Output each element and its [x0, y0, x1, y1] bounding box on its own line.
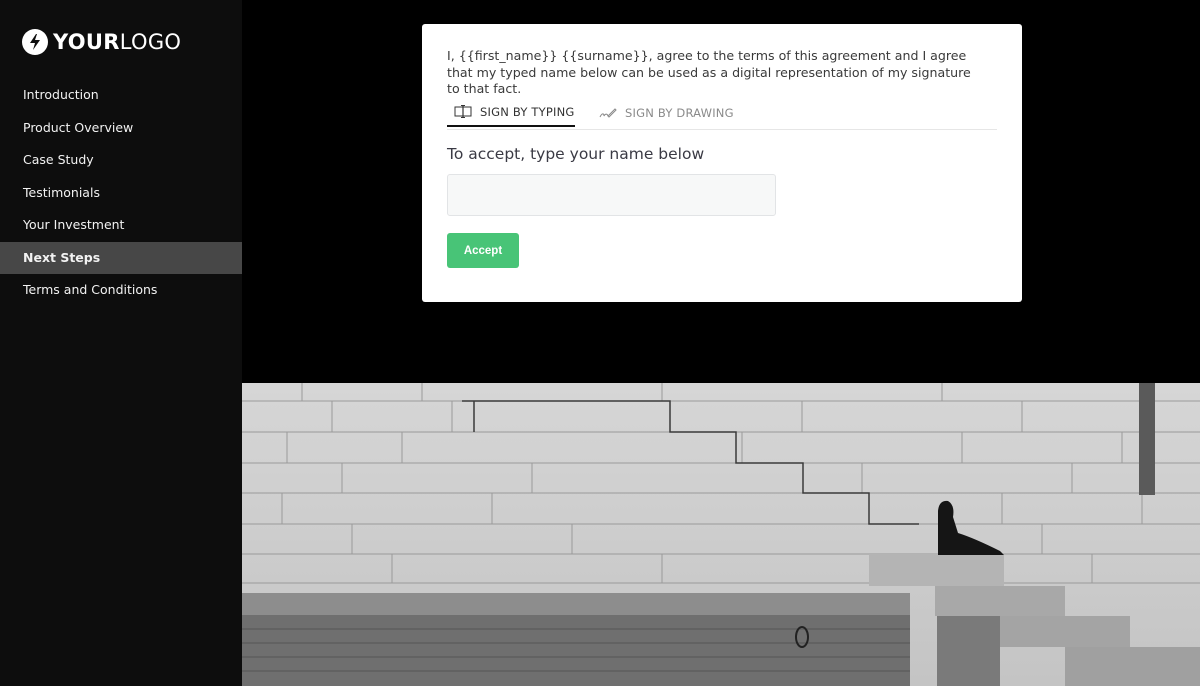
- tab-sign-by-drawing[interactable]: SIGN BY DRAWING: [599, 98, 734, 127]
- sidebar-item-introduction[interactable]: Introduction: [0, 79, 242, 112]
- stone-steps-photo: [242, 383, 1200, 686]
- sidebar-nav: Introduction Product Overview Case Study…: [0, 79, 242, 307]
- accept-button[interactable]: Accept: [447, 233, 519, 268]
- pen-signature-icon: [599, 107, 617, 119]
- sidebar-item-product-overview[interactable]: Product Overview: [0, 112, 242, 145]
- name-prompt: To accept, type your name below: [447, 145, 705, 163]
- sidebar-item-your-investment[interactable]: Your Investment: [0, 209, 242, 242]
- sidebar-item-terms-and-conditions[interactable]: Terms and Conditions: [0, 274, 242, 307]
- tab-label: SIGN BY TYPING: [480, 104, 575, 119]
- hero-image: [242, 383, 1200, 686]
- agreement-text: I, {{first_name}} {{surname}}, agree to …: [447, 48, 971, 96]
- logo[interactable]: YOURLOGO: [22, 29, 181, 55]
- sidebar-item-case-study[interactable]: Case Study: [0, 144, 242, 177]
- logo-text: YOURLOGO: [53, 30, 182, 54]
- sidebar-item-testimonials[interactable]: Testimonials: [0, 177, 242, 210]
- sidebar-item-next-steps[interactable]: Next Steps: [0, 241, 242, 274]
- tab-label: SIGN BY DRAWING: [625, 105, 734, 120]
- name-input[interactable]: [447, 174, 776, 216]
- lightning-bolt-icon: [22, 29, 48, 55]
- sidebar: YOURLOGO Introduction Product Overview C…: [0, 0, 242, 686]
- typing-cursor-icon: [454, 105, 472, 118]
- signature-tabs: SIGN BY TYPING SIGN BY DRAWING: [447, 98, 997, 130]
- signature-card: I, {{first_name}} {{surname}}, agree to …: [422, 24, 1022, 302]
- tab-sign-by-typing[interactable]: SIGN BY TYPING: [447, 98, 575, 127]
